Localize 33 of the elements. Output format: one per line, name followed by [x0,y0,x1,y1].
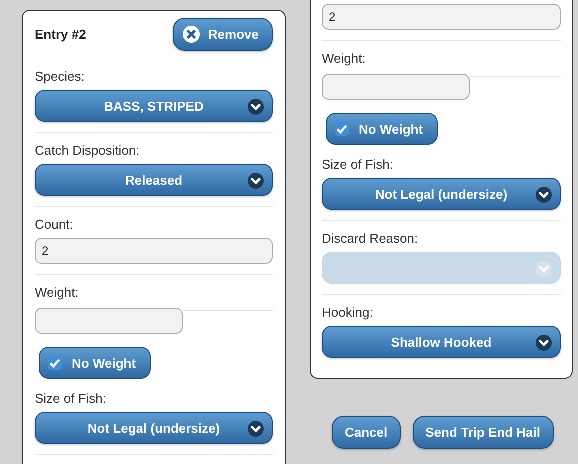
field-label: Weight: [322,50,367,68]
checkbox-button[interactable]: No Weight [326,113,438,145]
field-label: Size of Fish: [35,390,108,408]
chevron-down-icon [248,173,264,189]
chevron-down-icon [536,187,552,203]
action-button[interactable]: Cancel [332,416,401,449]
chevron-down-icon [536,335,552,351]
input-field[interactable] [322,74,470,100]
dropdown[interactable]: Shallow Hooked [322,326,561,358]
dropdown[interactable]: Not Legal (undersize) [322,178,561,210]
input-field[interactable]: 2 [35,238,273,264]
chevron-down-icon [248,99,264,115]
dropdown[interactable]: Released [35,164,273,196]
field-label: Hooking: [322,304,374,322]
chevron-down-icon [248,421,264,437]
field-label: Weight: [35,284,80,302]
remove-button[interactable]: Remove [173,18,273,51]
field-label: Catch Disposition: [35,142,141,160]
dropdown[interactable]: Not Legal (undersize) [35,412,273,444]
action-button[interactable]: Send Trip End Hail [412,416,554,449]
field-label: Discard Reason: [322,230,420,248]
checkmark-icon [49,357,61,369]
checkbox-button[interactable]: No Weight [39,347,152,379]
entry-title: Entry #2 [35,27,86,42]
close-icon [183,26,200,43]
field-label: Count: [35,216,74,234]
chevron-down-icon [536,261,552,277]
field-label: Size of Fish: [322,156,395,174]
input-field[interactable] [35,308,183,334]
checkmark-icon [336,123,348,135]
input-field[interactable]: 2 [322,4,561,30]
dropdown[interactable]: BASS, STRIPED [35,90,273,122]
field-label: Species: [35,68,86,86]
